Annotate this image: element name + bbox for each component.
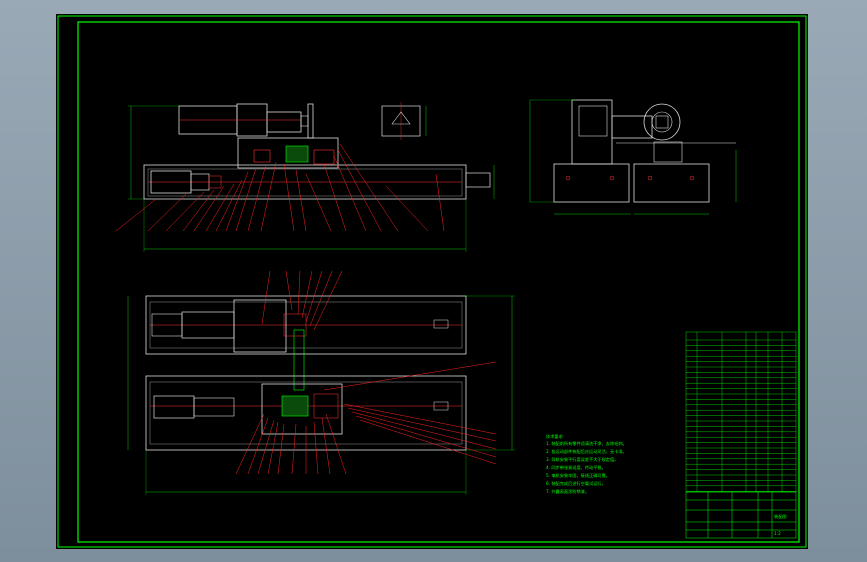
notes-line: 4. 同步带张紧适度，传动平稳。 (546, 464, 606, 471)
outer-frame (57, 15, 807, 548)
title-block-scale: 1:2 (774, 531, 781, 536)
title-block-name: 装配图 (774, 513, 787, 520)
notes-line: 2. 各运动部件装配后应运动灵活，无卡滞。 (546, 448, 627, 455)
drawing-sheet: 技术要求 1. 装配前所有零件须清洗干净，去除毛刺。 2. 各运动部件装配后应运… (56, 14, 808, 549)
notes-heading: 技术要求 (546, 433, 564, 440)
side-view (529, 99, 737, 215)
notes-line: 3. 导轨安装平行度误差不大于规定值。 (546, 456, 618, 463)
drawing-canvas: 技术要求 1. 装配前所有零件须清洗干净，去除毛刺。 2. 各运动部件装配后应运… (57, 15, 807, 548)
technical-notes: 技术要求 1. 装配前所有零件须清洗干净，去除毛刺。 2. 各运动部件装配后应运… (546, 433, 627, 495)
front-view (128, 103, 495, 252)
top-view-leaders (235, 270, 497, 475)
cad-viewport[interactable]: 技术要求 1. 装配前所有零件须清洗干净，去除毛刺。 2. 各运动部件装配后应运… (0, 0, 867, 562)
section-view (381, 102, 427, 140)
notes-line: 5. 电机安装牢固，接线正确可靠。 (546, 472, 610, 479)
notes-line: 6. 装配完成后进行空载试运行。 (546, 480, 606, 487)
notes-line: 7. 外露表面涂防锈漆。 (546, 488, 589, 495)
top-view (127, 295, 515, 495)
front-view-leaders (115, 143, 445, 232)
parts-list (685, 331, 797, 493)
notes-line: 1. 装配前所有零件须清洗干净，去除毛刺。 (546, 440, 627, 447)
